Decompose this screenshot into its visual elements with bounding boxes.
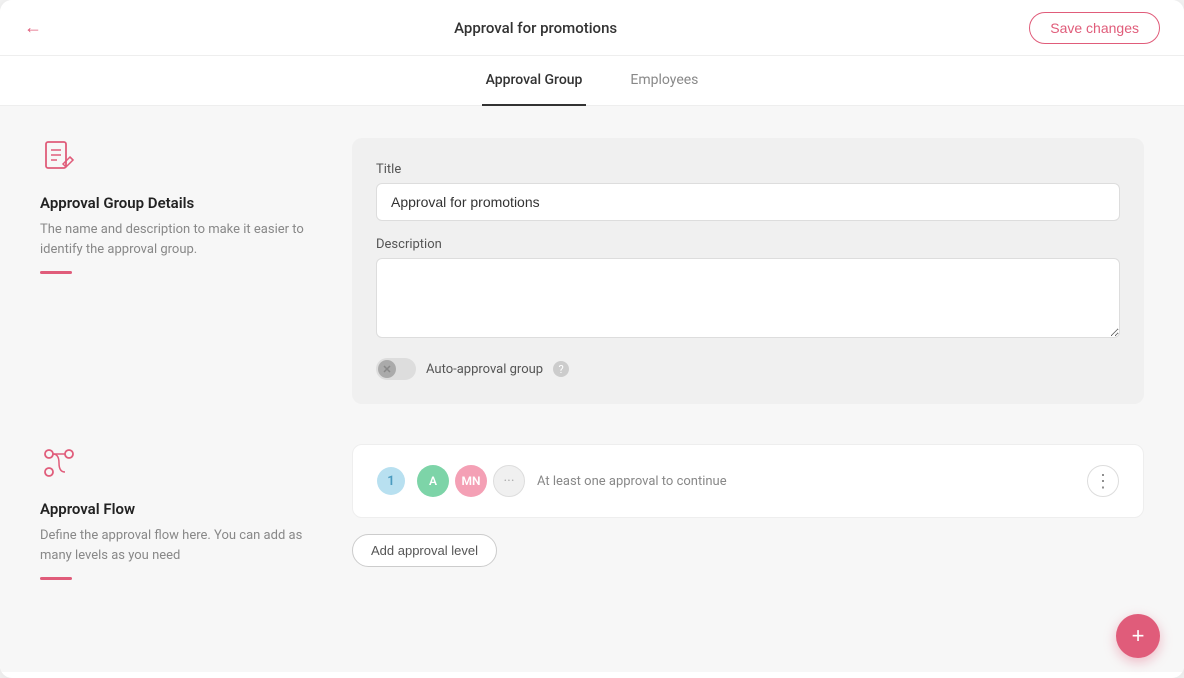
details-section-desc: The name and description to make it easi… xyxy=(40,220,320,259)
description-label: Description xyxy=(376,237,1120,252)
flow-section-desc: Define the approval flow here. You can a… xyxy=(40,526,320,565)
help-icon[interactable]: ? xyxy=(553,361,569,377)
flow-card: 1 A MN ··· At least one approval to cont… xyxy=(352,444,1144,518)
flow-section-title: Approval Flow xyxy=(40,500,320,518)
level-badge: 1 xyxy=(377,467,405,495)
avatars-row: A MN ··· xyxy=(417,465,525,497)
save-button[interactable]: Save changes xyxy=(1029,12,1160,44)
avatar-mn: MN xyxy=(455,465,487,497)
avatar-more[interactable]: ··· xyxy=(493,465,525,497)
toggle-label: Auto-approval group xyxy=(426,362,543,377)
avatar-a: A xyxy=(417,465,449,497)
add-approval-button[interactable]: Add approval level xyxy=(352,534,497,567)
flow-section-divider xyxy=(40,577,72,580)
header: ← Approval for promotions Save changes xyxy=(0,0,1184,56)
tab-approval-group[interactable]: Approval Group xyxy=(482,56,587,106)
flow-icon xyxy=(40,444,80,484)
tab-employees[interactable]: Employees xyxy=(626,56,702,106)
toggle-row: ✕ Auto-approval group ? xyxy=(376,358,1120,380)
section-divider xyxy=(40,271,72,274)
toggle-knob: ✕ xyxy=(378,360,396,378)
description-textarea[interactable] xyxy=(376,258,1120,338)
title-input[interactable] xyxy=(376,183,1120,221)
details-section-title: Approval Group Details xyxy=(40,194,320,212)
page-title: Approval for promotions xyxy=(454,19,617,37)
approval-group-section: Approval Group Details The name and desc… xyxy=(40,138,1144,404)
content: Approval Group Details The name and desc… xyxy=(0,106,1184,672)
document-edit-icon xyxy=(40,138,80,178)
title-label: Title xyxy=(376,162,1120,177)
more-options-button[interactable]: ⋮ xyxy=(1087,465,1119,497)
flow-card-left: 1 A MN ··· At least one approval to cont… xyxy=(377,465,727,497)
section-left-details: Approval Group Details The name and desc… xyxy=(40,138,320,404)
section-right-details: Title Description ✕ Auto-approval xyxy=(352,138,1144,404)
auto-approval-toggle[interactable]: ✕ xyxy=(376,358,416,380)
flow-subtitle-area: At least one approval to continue xyxy=(537,474,727,489)
title-field-group: Title xyxy=(376,162,1120,221)
section-right-flow: 1 A MN ··· At least one approval to cont… xyxy=(352,444,1144,580)
flow-subtitle: At least one approval to continue xyxy=(537,474,727,489)
tabs: Approval Group Employees xyxy=(0,56,1184,106)
description-field-group: Description xyxy=(376,237,1120,342)
form-card: Title Description ✕ Auto-approval xyxy=(352,138,1144,404)
approval-flow-section: Approval Flow Define the approval flow h… xyxy=(40,444,1144,580)
fab-button[interactable]: + xyxy=(1116,614,1160,658)
back-button[interactable]: ← xyxy=(24,17,42,38)
section-left-flow: Approval Flow Define the approval flow h… xyxy=(40,444,320,580)
